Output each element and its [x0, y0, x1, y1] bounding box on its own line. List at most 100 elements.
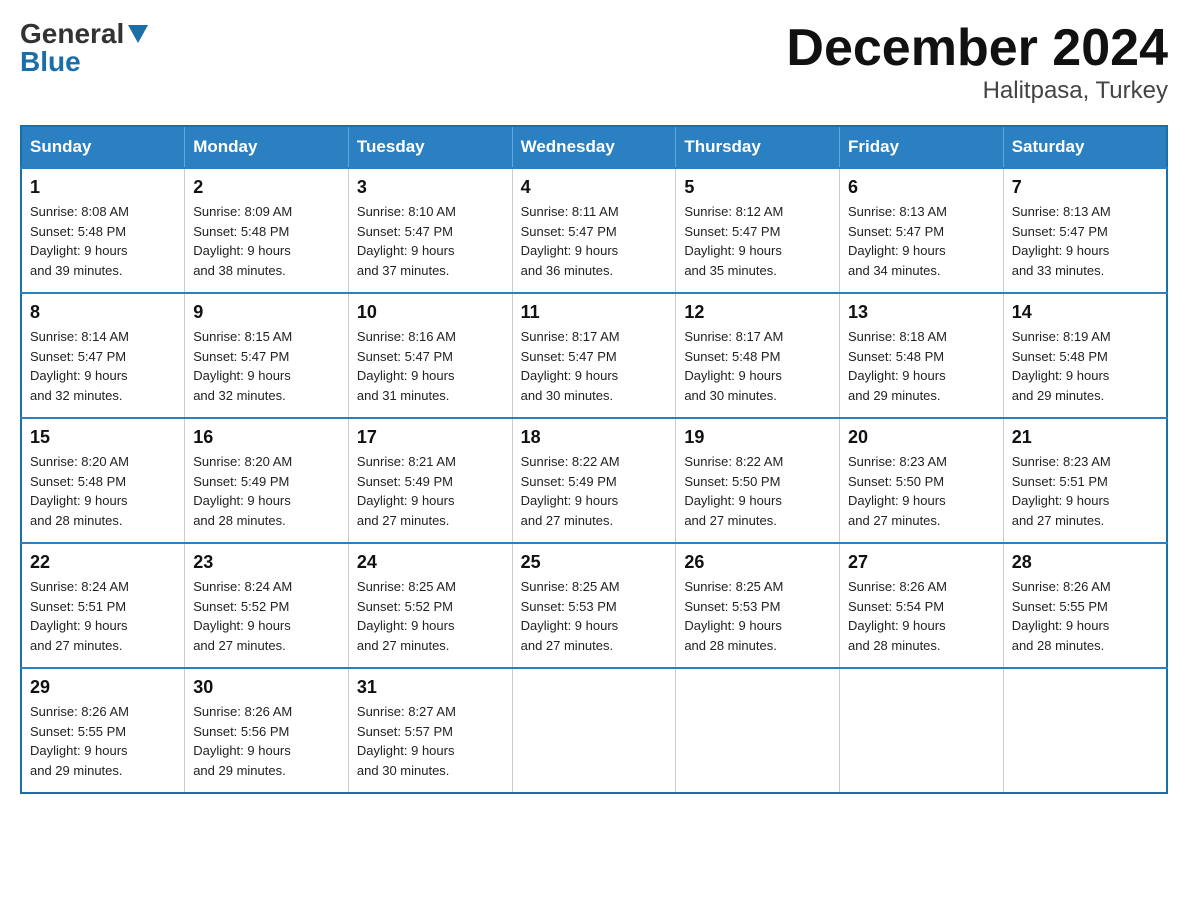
calendar-cell: 13 Sunrise: 8:18 AMSunset: 5:48 PMDayligh…: [840, 293, 1004, 418]
day-info: Sunrise: 8:18 AMSunset: 5:48 PMDaylight:…: [848, 327, 995, 405]
calendar-body: 1 Sunrise: 8:08 AMSunset: 5:48 PMDaylight…: [21, 168, 1167, 793]
calendar-cell: 21 Sunrise: 8:23 AMSunset: 5:51 PMDayligh…: [1003, 418, 1167, 543]
day-number: 19: [684, 427, 831, 448]
calendar-week-5: 29 Sunrise: 8:26 AMSunset: 5:55 PMDayligh…: [21, 668, 1167, 793]
day-number: 15: [30, 427, 176, 448]
day-number: 25: [521, 552, 668, 573]
day-number: 24: [357, 552, 504, 573]
calendar-cell: [840, 668, 1004, 793]
weekday-header-tuesday: Tuesday: [348, 126, 512, 168]
weekday-header-friday: Friday: [840, 126, 1004, 168]
day-number: 31: [357, 677, 504, 698]
calendar-cell: 29 Sunrise: 8:26 AMSunset: 5:55 PMDayligh…: [21, 668, 185, 793]
day-number: 1: [30, 177, 176, 198]
day-number: 10: [357, 302, 504, 323]
calendar-cell: 26 Sunrise: 8:25 AMSunset: 5:53 PMDayligh…: [676, 543, 840, 668]
day-info: Sunrise: 8:21 AMSunset: 5:49 PMDaylight:…: [357, 452, 504, 530]
day-number: 11: [521, 302, 668, 323]
day-info: Sunrise: 8:23 AMSunset: 5:51 PMDaylight:…: [1012, 452, 1158, 530]
logo-triangle-icon: [128, 25, 148, 43]
day-number: 18: [521, 427, 668, 448]
day-number: 28: [1012, 552, 1158, 573]
day-number: 20: [848, 427, 995, 448]
calendar-cell: 8Sunrise: 8:14 AMSunset: 5:47 PMDaylight…: [21, 293, 185, 418]
day-info: Sunrise: 8:17 AMSunset: 5:48 PMDaylight:…: [684, 327, 831, 405]
day-info: Sunrise: 8:25 AMSunset: 5:53 PMDaylight:…: [684, 577, 831, 655]
day-info: Sunrise: 8:25 AMSunset: 5:52 PMDaylight:…: [357, 577, 504, 655]
calendar-cell: 22 Sunrise: 8:24 AMSunset: 5:51 PMDayligh…: [21, 543, 185, 668]
day-info: Sunrise: 8:26 AMSunset: 5:56 PMDaylight:…: [193, 702, 340, 780]
calendar-cell: 18 Sunrise: 8:22 AMSunset: 5:49 PMDayligh…: [512, 418, 676, 543]
calendar-header: SundayMondayTuesdayWednesdayThursdayFrid…: [21, 126, 1167, 168]
day-number: 26: [684, 552, 831, 573]
calendar-cell: 20 Sunrise: 8:23 AMSunset: 5:50 PMDayligh…: [840, 418, 1004, 543]
day-number: 13: [848, 302, 995, 323]
weekday-header-wednesday: Wednesday: [512, 126, 676, 168]
day-info: Sunrise: 8:09 AMSunset: 5:48 PMDaylight:…: [193, 202, 340, 280]
day-info: Sunrise: 8:26 AMSunset: 5:55 PMDaylight:…: [30, 702, 176, 780]
day-number: 7: [1012, 177, 1158, 198]
calendar-cell: [676, 668, 840, 793]
calendar-week-2: 8Sunrise: 8:14 AMSunset: 5:47 PMDaylight…: [21, 293, 1167, 418]
day-info: Sunrise: 8:08 AMSunset: 5:48 PMDaylight:…: [30, 202, 176, 280]
page-header: General Blue December 2024 Halitpasa, Tu…: [20, 20, 1168, 105]
day-info: Sunrise: 8:22 AMSunset: 5:50 PMDaylight:…: [684, 452, 831, 530]
day-info: Sunrise: 8:20 AMSunset: 5:49 PMDaylight:…: [193, 452, 340, 530]
day-info: Sunrise: 8:13 AMSunset: 5:47 PMDaylight:…: [1012, 202, 1158, 280]
calendar-cell: 31Sunrise: 8:27 AMSunset: 5:57 PMDayligh…: [348, 668, 512, 793]
calendar-cell: 12Sunrise: 8:17 AMSunset: 5:48 PMDayligh…: [676, 293, 840, 418]
day-number: 3: [357, 177, 504, 198]
calendar-week-1: 1 Sunrise: 8:08 AMSunset: 5:48 PMDaylight…: [21, 168, 1167, 293]
day-info: Sunrise: 8:17 AMSunset: 5:47 PMDaylight:…: [521, 327, 668, 405]
day-number: 2: [193, 177, 340, 198]
location-subtitle: Halitpasa, Turkey: [786, 77, 1168, 105]
calendar-cell: 19 Sunrise: 8:22 AMSunset: 5:50 PMDayligh…: [676, 418, 840, 543]
day-number: 16: [193, 427, 340, 448]
calendar-cell: 25Sunrise: 8:25 AMSunset: 5:53 PMDayligh…: [512, 543, 676, 668]
calendar-cell: 9Sunrise: 8:15 AMSunset: 5:47 PMDaylight…: [185, 293, 349, 418]
calendar-week-4: 22 Sunrise: 8:24 AMSunset: 5:51 PMDayligh…: [21, 543, 1167, 668]
calendar-cell: 1 Sunrise: 8:08 AMSunset: 5:48 PMDaylight…: [21, 168, 185, 293]
calendar-cell: [512, 668, 676, 793]
calendar-table: SundayMondayTuesdayWednesdayThursdayFrid…: [20, 125, 1168, 794]
day-number: 5: [684, 177, 831, 198]
calendar-cell: 27 Sunrise: 8:26 AMSunset: 5:54 PMDayligh…: [840, 543, 1004, 668]
day-info: Sunrise: 8:24 AMSunset: 5:51 PMDaylight:…: [30, 577, 176, 655]
day-number: 14: [1012, 302, 1158, 323]
day-number: 4: [521, 177, 668, 198]
day-number: 29: [30, 677, 176, 698]
calendar-cell: 3 Sunrise: 8:10 AMSunset: 5:47 PMDaylight…: [348, 168, 512, 293]
day-info: Sunrise: 8:23 AMSunset: 5:50 PMDaylight:…: [848, 452, 995, 530]
logo-blue-text: Blue: [20, 48, 81, 76]
day-info: Sunrise: 8:22 AMSunset: 5:49 PMDaylight:…: [521, 452, 668, 530]
day-info: Sunrise: 8:13 AMSunset: 5:47 PMDaylight:…: [848, 202, 995, 280]
day-info: Sunrise: 8:26 AMSunset: 5:55 PMDaylight:…: [1012, 577, 1158, 655]
calendar-cell: 16 Sunrise: 8:20 AMSunset: 5:49 PMDayligh…: [185, 418, 349, 543]
day-number: 21: [1012, 427, 1158, 448]
weekday-header-thursday: Thursday: [676, 126, 840, 168]
day-info: Sunrise: 8:19 AMSunset: 5:48 PMDaylight:…: [1012, 327, 1158, 405]
weekday-header-saturday: Saturday: [1003, 126, 1167, 168]
day-number: 27: [848, 552, 995, 573]
month-title: December 2024: [786, 20, 1168, 77]
weekday-row: SundayMondayTuesdayWednesdayThursdayFrid…: [21, 126, 1167, 168]
day-info: Sunrise: 8:26 AMSunset: 5:54 PMDaylight:…: [848, 577, 995, 655]
calendar-cell: 17 Sunrise: 8:21 AMSunset: 5:49 PMDayligh…: [348, 418, 512, 543]
logo-general-text: General: [20, 20, 124, 48]
calendar-cell: [1003, 668, 1167, 793]
day-number: 6: [848, 177, 995, 198]
day-info: Sunrise: 8:15 AMSunset: 5:47 PMDaylight:…: [193, 327, 340, 405]
calendar-cell: 28 Sunrise: 8:26 AMSunset: 5:55 PMDayligh…: [1003, 543, 1167, 668]
day-info: Sunrise: 8:10 AMSunset: 5:47 PMDaylight:…: [357, 202, 504, 280]
day-number: 22: [30, 552, 176, 573]
day-number: 30: [193, 677, 340, 698]
logo: General Blue: [20, 20, 148, 76]
weekday-header-sunday: Sunday: [21, 126, 185, 168]
calendar-cell: 30 Sunrise: 8:26 AMSunset: 5:56 PMDayligh…: [185, 668, 349, 793]
day-number: 17: [357, 427, 504, 448]
calendar-cell: 24 Sunrise: 8:25 AMSunset: 5:52 PMDayligh…: [348, 543, 512, 668]
day-number: 23: [193, 552, 340, 573]
calendar-cell: 15Sunrise: 8:20 AMSunset: 5:48 PMDayligh…: [21, 418, 185, 543]
calendar-cell: 23Sunrise: 8:24 AMSunset: 5:52 PMDayligh…: [185, 543, 349, 668]
day-info: Sunrise: 8:12 AMSunset: 5:47 PMDaylight:…: [684, 202, 831, 280]
